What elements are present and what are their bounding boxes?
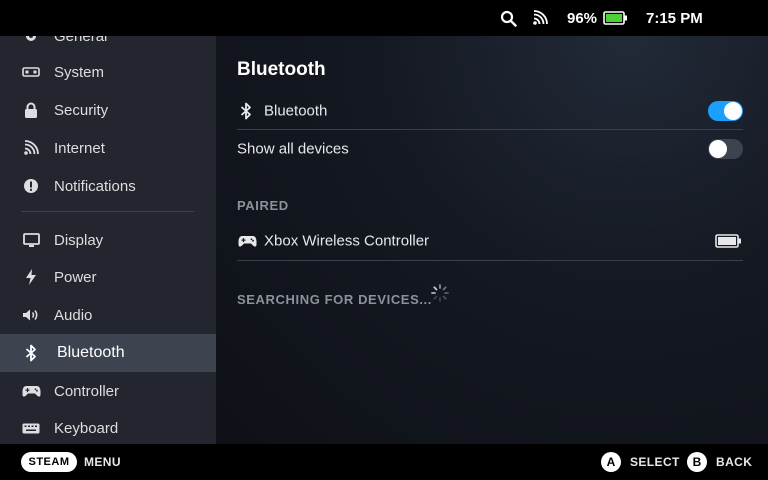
sidebar-divider <box>21 211 194 212</box>
sidebar-item-display[interactable]: Display <box>0 221 216 259</box>
bluetooth-icon <box>21 343 41 363</box>
status-bar: 96% 7:15 PM <box>0 0 768 36</box>
bluetooth-icon <box>237 102 255 120</box>
bolt-icon <box>21 267 41 287</box>
battery-icon <box>603 0 629 36</box>
sidebar-item-internet[interactable]: Internet <box>0 129 216 167</box>
paired-section-header: PAIRED <box>237 198 289 213</box>
show-all-devices-row[interactable]: Show all devices <box>237 130 743 168</box>
system-icon <box>21 62 41 82</box>
show-all-devices-toggle[interactable] <box>708 139 743 159</box>
page-title: Bluetooth <box>237 59 326 80</box>
sidebar-item-label: Internet <box>54 139 105 157</box>
sidebar-item-label: General <box>54 36 108 45</box>
steam-button[interactable]: STEAM <box>21 452 77 472</box>
sidebar-item-label: Bluetooth <box>57 344 125 361</box>
bluetooth-toggle-row[interactable]: Bluetooth <box>237 92 743 130</box>
sidebar-item-power[interactable]: Power <box>0 258 216 296</box>
loading-spinner-icon <box>430 283 450 303</box>
toggle-knob <box>724 102 742 120</box>
show-all-devices-label: Show all devices <box>237 140 349 158</box>
gear-icon <box>21 36 41 46</box>
bluetooth-label: Bluetooth <box>264 102 328 120</box>
menu-label: MENU <box>84 455 121 469</box>
back-label: BACK <box>716 455 753 469</box>
b-button-glyph[interactable]: B <box>687 452 707 472</box>
sidebar-item-label: Controller <box>54 382 120 400</box>
monitor-icon <box>21 230 41 250</box>
sidebar-item-label: Keyboard <box>54 419 119 437</box>
bottom-bar: STEAM MENU A SELECT B BACK <box>0 444 768 480</box>
sidebar-item-audio[interactable]: Audio <box>0 296 216 334</box>
wifi-icon <box>21 138 41 158</box>
sidebar-item-label: Power <box>54 268 97 286</box>
device-battery-icon <box>715 234 743 248</box>
sidebar-item-notifications[interactable]: Notifications <box>0 167 216 205</box>
paired-device-row[interactable]: Xbox Wireless Controller <box>237 222 743 260</box>
alert-icon <box>21 176 41 196</box>
search-icon[interactable] <box>500 0 520 36</box>
row-divider <box>237 260 743 261</box>
searching-label: SEARCHING FOR DEVICES... <box>237 292 432 307</box>
device-name: Xbox Wireless Controller <box>264 232 430 250</box>
speaker-icon <box>21 305 41 325</box>
sidebar-item-bluetooth[interactable]: Bluetooth <box>0 334 216 372</box>
select-label: SELECT <box>630 455 680 469</box>
bluetooth-toggle[interactable] <box>708 101 743 121</box>
bluetooth-settings-panel: Bluetooth Bluetooth Show all devices PAI… <box>216 36 768 444</box>
wifi-icon <box>532 0 552 36</box>
sidebar-item-label: System <box>54 63 105 81</box>
gamepad-icon <box>237 232 257 250</box>
sidebar-item-label: Audio <box>54 306 93 324</box>
lock-icon <box>21 100 41 120</box>
gamepad-icon <box>21 381 41 401</box>
sidebar-item-label: Notifications <box>54 177 136 195</box>
battery-percent: 96% <box>567 9 598 27</box>
sidebar: General System Security Internet Notific… <box>0 36 216 444</box>
keyboard-icon <box>21 418 41 438</box>
sidebar-item-controller[interactable]: Controller <box>0 372 216 410</box>
sidebar-item-security[interactable]: Security <box>0 91 216 129</box>
sidebar-item-keyboard[interactable]: Keyboard <box>0 409 216 444</box>
clock: 7:15 PM <box>646 9 703 27</box>
toggle-knob <box>709 140 727 158</box>
a-button-glyph[interactable]: A <box>601 452 621 472</box>
sidebar-item-system[interactable]: System <box>0 53 216 91</box>
sidebar-item-label: Security <box>54 101 109 119</box>
sidebar-item-label: Display <box>54 231 104 249</box>
